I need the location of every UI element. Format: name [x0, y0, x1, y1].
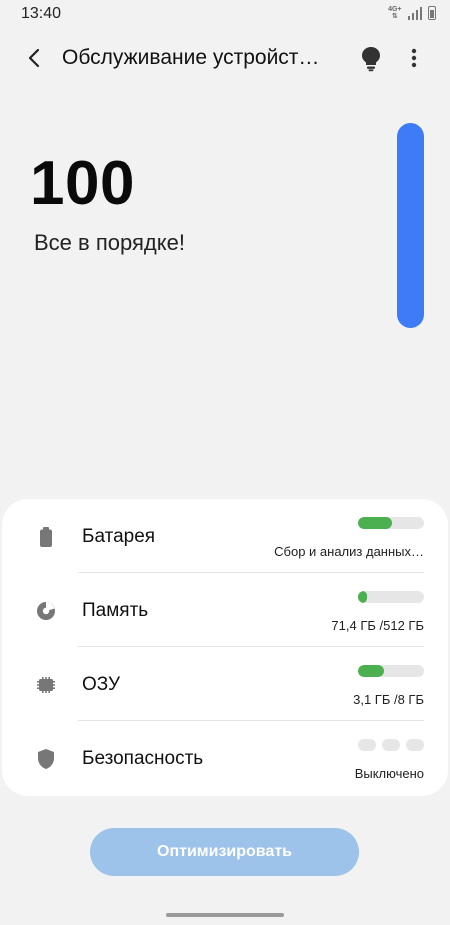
divider [78, 720, 424, 721]
storage-detail: 71,4 ГБ /512 ГБ [331, 618, 424, 633]
more-options-button[interactable] [403, 46, 425, 70]
divider [78, 646, 424, 647]
status-dot [406, 739, 424, 751]
device-score: 100 [30, 149, 135, 218]
optimize-button[interactable]: Оптимизировать [90, 828, 359, 876]
ram-row[interactable]: ОЗУ 3,1 ГБ /8 ГБ [2, 650, 448, 724]
home-indicator[interactable] [166, 913, 284, 917]
ram-chip-icon [37, 677, 55, 693]
tips-button[interactable] [358, 44, 384, 72]
back-button[interactable] [22, 45, 48, 71]
battery-label: Батарея [82, 526, 156, 547]
status-dot [382, 739, 400, 751]
status-time: 13:40 [21, 5, 62, 22]
status-icons: 4G+ ⇅ [388, 6, 436, 20]
security-row[interactable]: Безопасность Выключено [2, 724, 448, 798]
back-icon [28, 48, 40, 68]
security-label: Безопасность [82, 748, 204, 769]
battery-icon [428, 6, 436, 20]
storage-meter-fill [358, 591, 368, 603]
network-indicator: 4G+ ⇅ [388, 6, 401, 20]
ram-meter-fill [358, 665, 384, 677]
score-status-text: Все в порядке! [34, 230, 185, 255]
lightbulb-icon [362, 47, 380, 72]
score-level-bar [397, 123, 424, 328]
signal-icon [407, 6, 422, 20]
battery-row[interactable]: Батарея Сбор и анализ данных… [2, 502, 448, 576]
battery-detail: Сбор и анализ данных… [274, 544, 424, 559]
storage-row[interactable]: Память 71,4 ГБ /512 ГБ [2, 576, 448, 650]
status-bar: 13:40 4G+ ⇅ [0, 0, 450, 30]
maintenance-card: Батарея Сбор и анализ данных… Память 71,… [2, 499, 448, 796]
divider [78, 572, 424, 573]
app-bar: Обслуживание устройст… [0, 36, 450, 80]
storage-label: Память [82, 600, 149, 621]
security-status-dots [358, 739, 424, 751]
battery-meter [358, 517, 424, 529]
page-title: Обслуживание устройст… [62, 46, 320, 69]
battery-meter-fill [358, 517, 393, 529]
more-vert-icon [411, 48, 417, 68]
storage-pie-icon [37, 602, 55, 620]
storage-meter [358, 591, 424, 603]
ram-label: ОЗУ [82, 674, 121, 695]
ram-detail: 3,1 ГБ /8 ГБ [353, 692, 424, 707]
status-dot [358, 739, 376, 751]
data-arrows-icon: ⇅ [391, 13, 398, 20]
battery-icon [40, 527, 52, 547]
ram-meter [358, 665, 424, 677]
network-type-label: 4G+ [388, 6, 402, 13]
security-detail: Выключено [354, 766, 424, 781]
shield-icon [38, 749, 54, 769]
